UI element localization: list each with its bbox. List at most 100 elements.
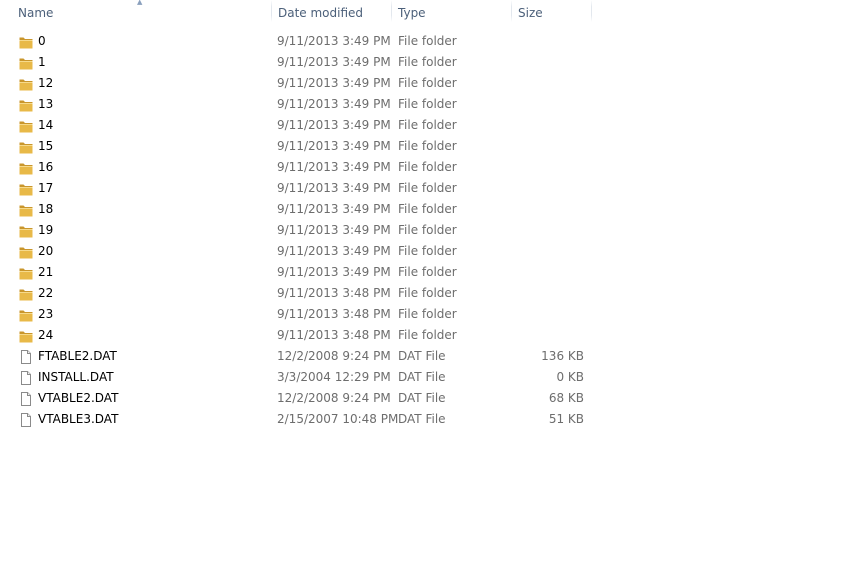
file-name: 16	[38, 160, 54, 174]
file-name: VTABLE3.DAT	[38, 412, 119, 426]
file-type: DAT File	[398, 412, 446, 426]
file-date-modified: 2/15/2007 10:48 PM	[277, 412, 399, 426]
file-name: 24	[38, 328, 54, 342]
file-row[interactable]: INSTALL.DAT 3/3/2004 12:29 PM DAT File 0 KB	[0, 367, 864, 388]
file-date-modified: 9/11/2013 3:49 PM	[277, 265, 391, 279]
file-type: File folder	[398, 97, 457, 111]
file-name: 19	[38, 223, 54, 237]
file-type: File folder	[398, 244, 457, 258]
file-type: DAT File	[398, 349, 446, 363]
file-row[interactable]: 1 9/11/2013 3:49 PM File folder	[0, 52, 864, 73]
file-name: 0	[38, 34, 46, 48]
file-type: File folder	[398, 202, 457, 216]
column-header-name[interactable]: Name	[0, 0, 271, 24]
file-row[interactable]: 19 9/11/2013 3:49 PM File folder	[0, 220, 864, 241]
file-type: File folder	[398, 265, 457, 279]
file-date-modified: 9/11/2013 3:49 PM	[277, 55, 391, 69]
file-name: 17	[38, 181, 54, 195]
file-type: DAT File	[398, 370, 446, 384]
column-header-size[interactable]: Size	[512, 0, 591, 24]
folder-icon	[18, 118, 34, 134]
file-row[interactable]: VTABLE3.DAT 2/15/2007 10:48 PM DAT File 51 …	[0, 409, 864, 430]
file-row[interactable]: 13 9/11/2013 3:49 PM File folder	[0, 94, 864, 115]
file-type: File folder	[398, 328, 457, 342]
file-name: 1	[38, 55, 46, 69]
folder-icon	[18, 244, 34, 260]
folder-icon	[18, 202, 34, 218]
file-row[interactable]: 21 9/11/2013 3:49 PM File folder	[0, 262, 864, 283]
file-icon	[18, 370, 34, 386]
folder-icon	[18, 160, 34, 176]
file-size: 136 KB	[541, 349, 584, 363]
file-date-modified: 9/11/2013 3:49 PM	[277, 160, 391, 174]
file-date-modified: 12/2/2008 9:24 PM	[277, 349, 391, 363]
folder-icon	[18, 76, 34, 92]
file-size: 51 KB	[548, 412, 584, 426]
file-row[interactable]: 14 9/11/2013 3:49 PM File folder	[0, 115, 864, 136]
file-date-modified: 9/11/2013 3:48 PM	[277, 286, 391, 300]
file-name: INSTALL.DAT	[38, 370, 114, 384]
file-type: File folder	[398, 286, 457, 300]
file-type: File folder	[398, 76, 457, 90]
file-size: 68 KB	[548, 391, 584, 405]
file-date-modified: 9/11/2013 3:48 PM	[277, 307, 391, 321]
file-type: File folder	[398, 160, 457, 174]
file-name: 23	[38, 307, 54, 321]
file-type: File folder	[398, 118, 457, 132]
file-date-modified: 9/11/2013 3:49 PM	[277, 139, 391, 153]
file-list-view: ▲ Name Date modified Type Size 0 9/11/201…	[0, 0, 864, 587]
file-icon	[18, 391, 34, 407]
file-date-modified: 9/11/2013 3:49 PM	[277, 202, 391, 216]
column-header-type[interactable]: Type	[392, 0, 511, 24]
file-row[interactable]: 18 9/11/2013 3:49 PM File folder	[0, 199, 864, 220]
file-type: File folder	[398, 34, 457, 48]
file-row[interactable]: 17 9/11/2013 3:49 PM File folder	[0, 178, 864, 199]
file-name: 21	[38, 265, 54, 279]
folder-icon	[18, 307, 34, 323]
file-row[interactable]: 15 9/11/2013 3:49 PM File folder	[0, 136, 864, 157]
file-type: File folder	[398, 223, 457, 237]
file-row[interactable]: 24 9/11/2013 3:48 PM File folder	[0, 325, 864, 346]
folder-icon	[18, 34, 34, 50]
folder-icon	[18, 328, 34, 344]
folder-icon	[18, 139, 34, 155]
file-row[interactable]: 22 9/11/2013 3:48 PM File folder	[0, 283, 864, 304]
file-date-modified: 9/11/2013 3:49 PM	[277, 118, 391, 132]
folder-icon	[18, 286, 34, 302]
file-row[interactable]: 12 9/11/2013 3:49 PM File folder	[0, 73, 864, 94]
file-name: FTABLE2.DAT	[38, 349, 117, 363]
file-row[interactable]: VTABLE2.DAT 12/2/2008 9:24 PM DAT File 68 K…	[0, 388, 864, 409]
file-date-modified: 3/3/2004 12:29 PM	[277, 370, 391, 384]
folder-icon	[18, 223, 34, 239]
column-divider[interactable]	[591, 0, 592, 22]
folder-icon	[18, 265, 34, 281]
file-type: File folder	[398, 307, 457, 321]
file-date-modified: 9/11/2013 3:49 PM	[277, 244, 391, 258]
file-row[interactable]: 0 9/11/2013 3:49 PM File folder	[0, 31, 864, 52]
file-row[interactable]: 23 9/11/2013 3:48 PM File folder	[0, 304, 864, 325]
file-type: DAT File	[398, 391, 446, 405]
file-date-modified: 9/11/2013 3:49 PM	[277, 181, 391, 195]
file-rows: 0 9/11/2013 3:49 PM File folder 1 9/11/2013 …	[0, 31, 864, 430]
file-name: 13	[38, 97, 54, 111]
file-row[interactable]: 20 9/11/2013 3:49 PM File folder	[0, 241, 864, 262]
file-name: 18	[38, 202, 54, 216]
file-row[interactable]: 16 9/11/2013 3:49 PM File folder	[0, 157, 864, 178]
file-date-modified: 9/11/2013 3:49 PM	[277, 76, 391, 90]
file-type: File folder	[398, 139, 457, 153]
file-date-modified: 9/11/2013 3:49 PM	[277, 97, 391, 111]
file-name: 20	[38, 244, 54, 258]
file-date-modified: 12/2/2008 9:24 PM	[277, 391, 391, 405]
file-icon	[18, 349, 34, 365]
file-row[interactable]: FTABLE2.DAT 12/2/2008 9:24 PM DAT File 136 …	[0, 346, 864, 367]
column-header-date-modified[interactable]: Date modified	[272, 0, 391, 24]
file-name: 12	[38, 76, 54, 90]
file-name: 22	[38, 286, 54, 300]
file-date-modified: 9/11/2013 3:49 PM	[277, 223, 391, 237]
file-name: VTABLE2.DAT	[38, 391, 119, 405]
file-type: File folder	[398, 55, 457, 69]
column-header-bar: ▲ Name Date modified Type Size	[0, 0, 864, 25]
folder-icon	[18, 97, 34, 113]
file-name: 15	[38, 139, 54, 153]
file-name: 14	[38, 118, 54, 132]
